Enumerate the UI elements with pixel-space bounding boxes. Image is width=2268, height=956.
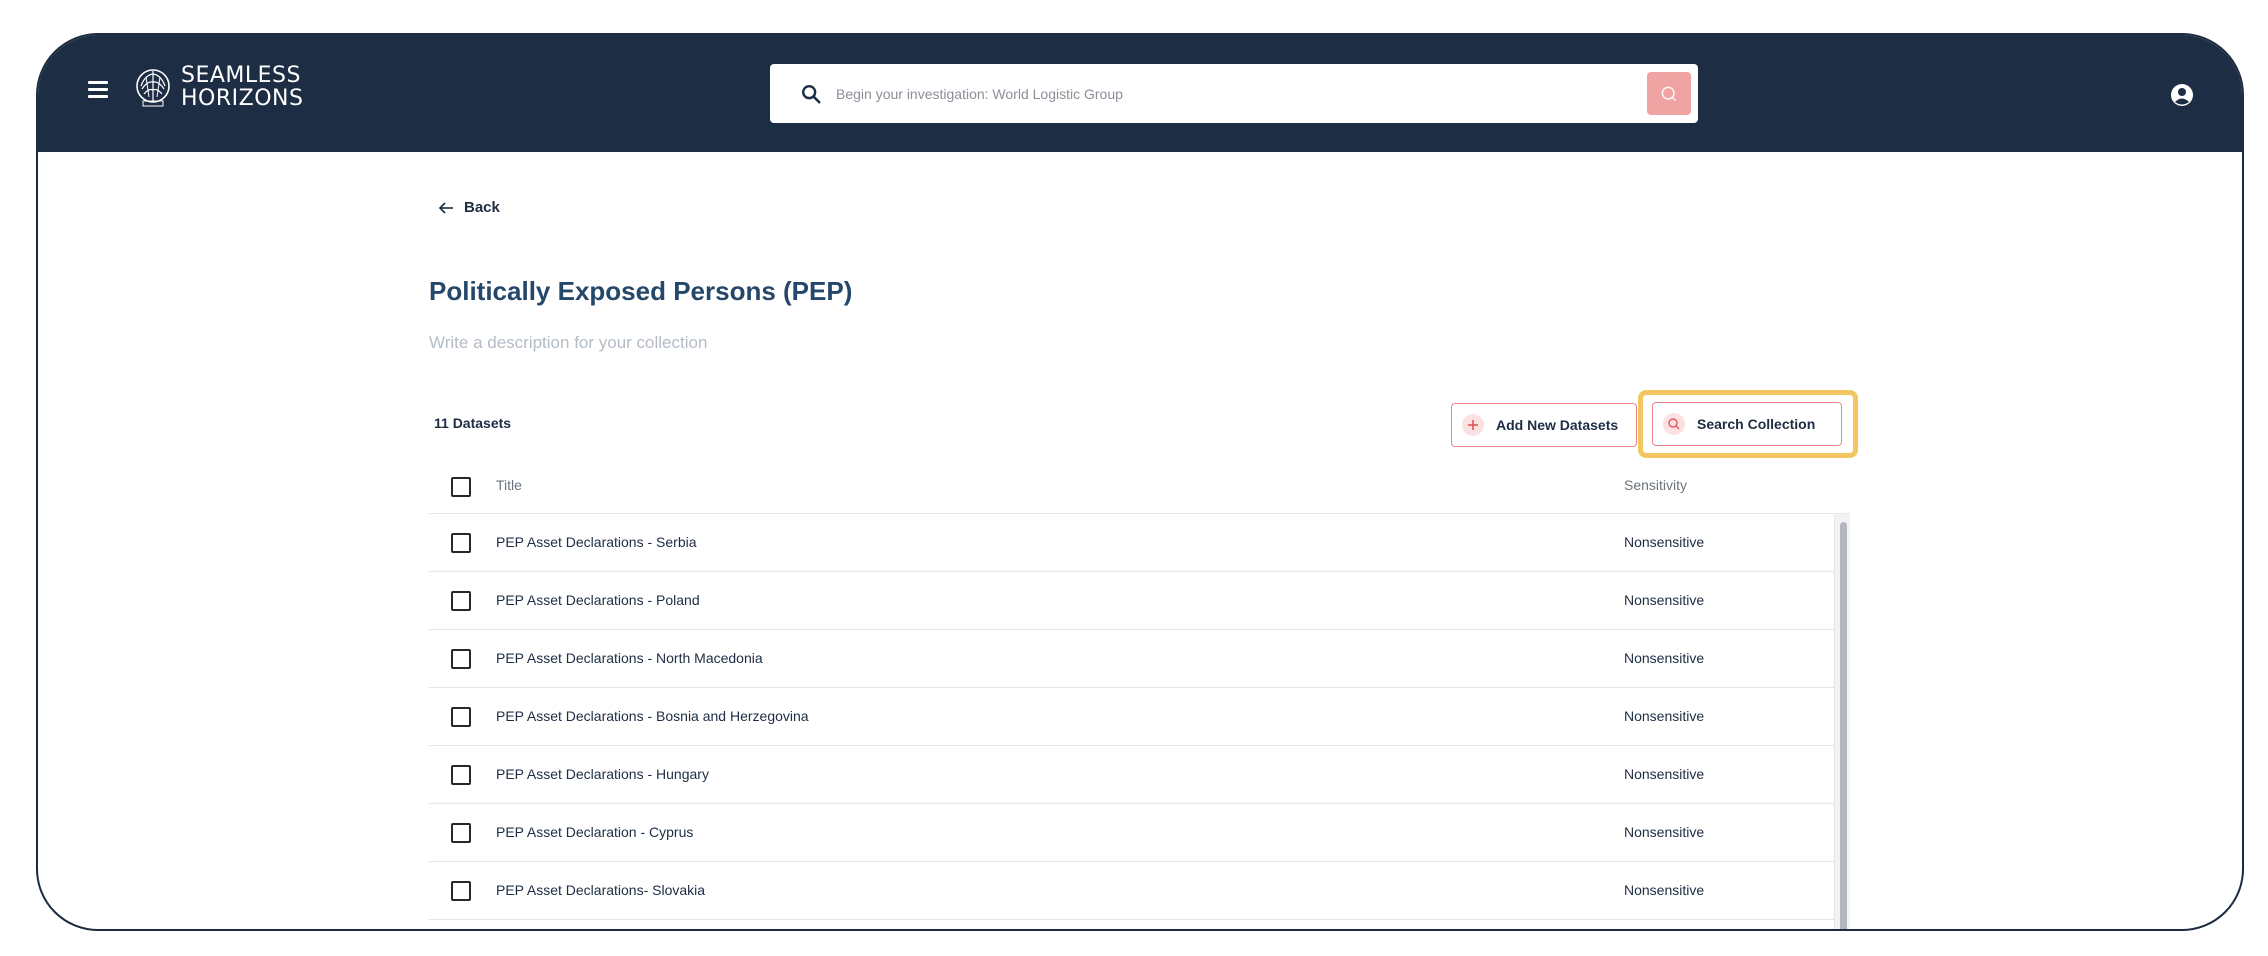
global-search-bar (770, 64, 1698, 123)
top-navigation-bar: SEAMLESS HORIZONS (38, 35, 2242, 152)
app-window: SEAMLESS HORIZONS Begin your investigati… (36, 33, 2244, 931)
dataset-sensitivity: Nonsensitive (1624, 534, 1705, 550)
table-row[interactable]: PEP Asset Declarations- Slovakia Nonsens… (429, 862, 1834, 920)
dataset-sensitivity: Nonsensitive (1624, 708, 1705, 724)
table-row[interactable]: PEP Asset Declarations - Poland Nonsensi… (429, 572, 1834, 630)
brand-logo[interactable]: SEAMLESS HORIZONS (133, 64, 303, 110)
column-header-title: Title (496, 477, 522, 493)
dataset-title: PEP Asset Declarations - Bosnia and Herz… (496, 708, 809, 724)
row-checkbox[interactable] (451, 707, 471, 727)
global-search-input[interactable] (834, 84, 1614, 103)
search-icon (802, 84, 821, 104)
back-link[interactable]: Back (438, 199, 500, 216)
dataset-title: PEP Asset Declarations- Slovakia (496, 882, 706, 898)
scrollbar-thumb[interactable] (1840, 522, 1847, 929)
row-checkbox[interactable] (451, 765, 471, 785)
table-row[interactable]: PEP Asset Declarations - Serbia Nonsensi… (429, 514, 1834, 572)
search-icon (1663, 413, 1685, 435)
table-scrollbar[interactable] (1834, 514, 1850, 929)
search-collection-highlight: Search Collection (1638, 390, 1858, 458)
search-submit-button[interactable] (1647, 72, 1691, 115)
dataset-sensitivity: Nonsensitive (1624, 824, 1705, 840)
select-all-checkbox[interactable] (451, 477, 471, 497)
row-checkbox[interactable] (451, 533, 471, 553)
search-icon (1661, 86, 1677, 101)
search-collection-label: Search Collection (1697, 416, 1816, 432)
page-title: Politically Exposed Persons (PEP) (429, 276, 853, 306)
row-checkbox[interactable] (451, 881, 471, 901)
brand-line-1: SEAMLESS (181, 63, 301, 88)
row-checkbox[interactable] (451, 823, 471, 843)
plus-icon (1462, 414, 1484, 436)
table-row[interactable]: PEP Asset Declarations - Hungary Nonsens… (429, 746, 1834, 804)
dataset-title: PEP Asset Declarations - Serbia (496, 534, 697, 550)
column-header-sensitivity: Sensitivity (1624, 477, 1688, 493)
table-row[interactable]: PEP Asset Declaration - Cyprus Nonsensit… (429, 804, 1834, 862)
row-checkbox[interactable] (451, 649, 471, 669)
row-checkbox[interactable] (451, 591, 471, 611)
dataset-sensitivity: Nonsensitive (1624, 766, 1705, 782)
dataset-title: PEP Asset Declarations - Poland (496, 592, 700, 608)
dataset-list: PEP Asset Declarations - Serbia Nonsensi… (429, 514, 1834, 920)
table-header: Title Sensitivity (429, 460, 1849, 514)
back-label: Back (464, 199, 500, 216)
dataset-count: 11 Datasets (434, 415, 512, 431)
dataset-sensitivity: Nonsensitive (1624, 592, 1705, 608)
dataset-title: PEP Asset Declarations - North Macedonia (496, 650, 763, 666)
brain-logo-icon (136, 69, 170, 107)
table-row[interactable]: PEP Asset Declarations - North Macedonia… (429, 630, 1834, 688)
arrow-left-icon (438, 201, 453, 214)
dataset-sensitivity: Nonsensitive (1624, 882, 1705, 898)
collection-description-input[interactable] (429, 333, 1229, 353)
menu-icon[interactable] (88, 81, 108, 98)
brand-line-2: HORIZONS (181, 86, 304, 111)
dataset-title: PEP Asset Declarations - Hungary (496, 766, 709, 782)
search-collection-button[interactable]: Search Collection (1652, 402, 1842, 446)
user-icon[interactable] (2170, 83, 2194, 107)
dataset-title: PEP Asset Declaration - Cyprus (496, 824, 694, 840)
brand-name: SEAMLESS HORIZONS (181, 64, 303, 110)
add-new-datasets-label: Add New Datasets (1496, 417, 1619, 433)
table-row[interactable]: PEP Asset Declarations - Bosnia and Herz… (429, 688, 1834, 746)
dataset-sensitivity: Nonsensitive (1624, 650, 1705, 666)
add-new-datasets-button[interactable]: Add New Datasets (1451, 403, 1637, 447)
